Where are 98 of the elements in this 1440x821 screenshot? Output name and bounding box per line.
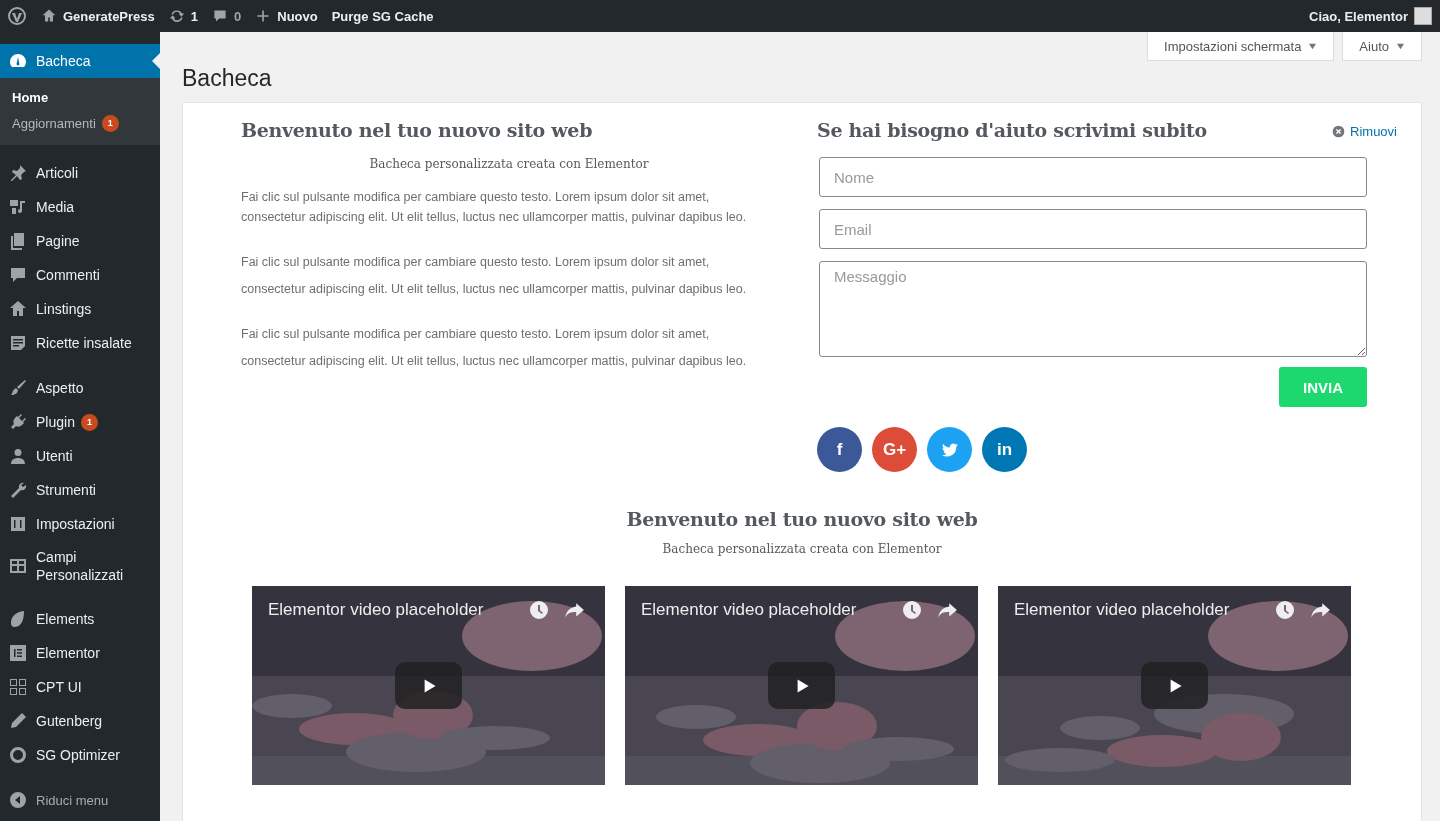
menu-item[interactable]: CPT UI (0, 670, 160, 704)
menu-item[interactable]: Linstings (0, 292, 160, 326)
wordpress-logo-icon (7, 6, 27, 26)
clock-icon[interactable] (1275, 600, 1295, 620)
menu-item[interactable]: Elementor (0, 636, 160, 670)
user-icon (8, 446, 28, 466)
elementor-icon (8, 643, 28, 663)
clock-icon[interactable] (902, 600, 922, 620)
paragraph: Fai clic sul pulsante modifica per cambiare questo testo. Lorem ipsum dolor sit amet, consectetur adipiscing elit. Ut elit tellus, luctus nec ullamcorper mattis, pulvinar dapibus leo. (241, 254, 748, 298)
refresh-icon (168, 8, 185, 24)
account-link[interactable]: Ciao, Elementor (1302, 0, 1440, 32)
facebook-button[interactable]: f (817, 427, 862, 472)
input-field[interactable]: Email (819, 209, 1367, 249)
document-icon (8, 333, 28, 353)
play-button[interactable] (1141, 662, 1208, 709)
menu-label: SG Optimizer (36, 746, 120, 765)
menu-item[interactable]: Utenti (0, 439, 160, 473)
admin-bar-link[interactable]: Purge SG Cache (324, 0, 441, 32)
clock-icon[interactable] (529, 600, 549, 620)
menu-item[interactable]: Campi Personalizzati (0, 541, 160, 591)
menu-item[interactable]: Strumenti (0, 473, 160, 507)
remove-link[interactable]: Rimuovi (1332, 124, 1397, 139)
input-field[interactable]: Nome (819, 157, 1367, 197)
menu-label: Articoli (36, 164, 78, 183)
grid-icon (8, 677, 28, 697)
dropdown-button[interactable]: Aiuto (1342, 32, 1422, 61)
count-badge: 1 (80, 413, 98, 431)
menu-item[interactable]: Plugin 1 (0, 405, 160, 439)
play-button[interactable] (395, 662, 462, 709)
menu-item[interactable]: Ricette insalate (0, 326, 160, 360)
video-title: Elementor video placeholder (641, 600, 857, 620)
subtitle: Bacheca personalizzata creata con Elementor (661, 542, 943, 556)
menu-label: Plugin (36, 413, 75, 432)
section-heading: Se hai bisogno d'aiuto scrivimi subito (817, 118, 1207, 143)
video-title: Elementor video placeholder (1014, 600, 1230, 620)
menu-label: Strumenti (36, 481, 96, 500)
table-icon (8, 556, 28, 576)
menu-label: Pagine (36, 232, 80, 251)
submenu-label: Home (12, 90, 49, 105)
media-icon (8, 197, 28, 217)
play-button[interactable] (768, 662, 835, 709)
pencil-icon (8, 711, 28, 731)
close-icon (1332, 125, 1346, 138)
admin-bar-link[interactable]: GeneratePress (34, 0, 162, 32)
caret-icon (1308, 41, 1318, 51)
menu-item[interactable]: Elements (0, 602, 160, 636)
house-icon (8, 299, 28, 319)
admin-bar-link[interactable]: Nuovo (248, 0, 325, 32)
pin-icon (8, 163, 28, 183)
admin-bar-link[interactable]: 1 (161, 0, 205, 32)
video-title: Elementor video placeholder (268, 600, 484, 620)
brush-icon (8, 378, 28, 398)
section-heading: Benvenuto nel tuo nuovo sito web (241, 118, 594, 143)
menu-label: Bacheca (36, 52, 91, 71)
menu-label: Impostazioni (36, 515, 115, 534)
menu-item[interactable]: SG Optimizer (0, 738, 160, 772)
menu-label: Campi Personalizzati (36, 548, 125, 585)
menu-label: CPT UI (36, 678, 82, 697)
paragraph: Fai clic sul pulsante modifica per cambiare questo testo. Lorem ipsum dolor sit amet, consectetur adipiscing elit. Ut elit tellus, luctus nec ullamcorper mattis, pulvinar dapibus leo. (241, 326, 748, 370)
menu-item[interactable]: Impostazioni (0, 507, 160, 541)
menu-item[interactable]: Bacheca (0, 44, 160, 78)
comment-icon (212, 8, 228, 24)
menu-label: Aspetto (36, 379, 84, 398)
collapse-icon (8, 790, 28, 810)
dropdown-button[interactable]: Impostazioni schermata (1147, 32, 1335, 61)
house-icon (41, 8, 57, 24)
menu-item[interactable]: Articoli (0, 156, 160, 190)
menu-item[interactable]: Gutenberg (0, 704, 160, 738)
menu-label: Utenti (36, 447, 73, 466)
menu-label: Commenti (36, 266, 100, 285)
caret-icon (1396, 41, 1405, 51)
menu-label: Linstings (36, 300, 92, 319)
submenu-item[interactable]: Aggiornamenti 1 (0, 110, 160, 137)
submenu-label: Aggiornamenti (12, 116, 96, 131)
google-button[interactable]: G+ (872, 427, 917, 472)
menu-item[interactable]: Commenti (0, 258, 160, 292)
menu-label: Elements (36, 610, 95, 629)
twitter-button[interactable] (927, 427, 972, 472)
comment-icon (8, 265, 28, 285)
message-field[interactable]: Messaggio (819, 261, 1367, 357)
paragraph: Fai clic sul pulsante modifica per cambiare questo testo. Lorem ipsum dolor sit amet, consectetur adipiscing elit. Ut elit tellus, luctus nec ullamcorper mattis, pulvinar dapibus leo. (241, 189, 748, 226)
admin-bar-link[interactable]: 0 (205, 0, 249, 32)
menu-label: Gutenberg (36, 712, 103, 731)
collapse-menu-button[interactable]: Riduci menu (0, 783, 160, 817)
page-title: Bacheca (182, 64, 273, 93)
count-badge: 1 (101, 115, 119, 132)
menu-item[interactable]: Media (0, 190, 160, 224)
menu-label: Media (36, 198, 75, 217)
menu-item[interactable]: Pagine (0, 224, 160, 258)
subtitle: Bacheca personalizzata creata con Elementor (368, 157, 650, 171)
plus-icon (255, 8, 272, 24)
sliders-icon (8, 514, 28, 534)
submenu-item[interactable]: Home (0, 85, 160, 110)
section-heading: Benvenuto nel tuo nuovo sito web (625, 507, 979, 532)
menu-item[interactable]: Aspetto (0, 371, 160, 405)
menu-label: Elementor (36, 644, 100, 663)
linkedin-button[interactable]: in (982, 427, 1027, 472)
menu-label: Ricette insalate (36, 334, 132, 353)
